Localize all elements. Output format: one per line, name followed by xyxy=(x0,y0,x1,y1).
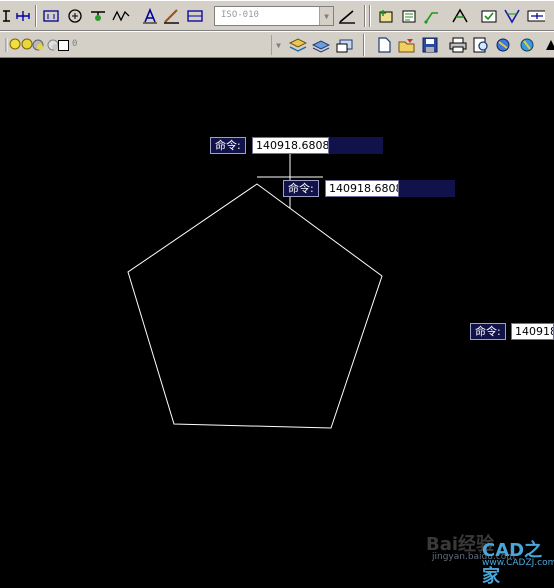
make-current-icon[interactable] xyxy=(312,36,330,54)
dimension-toolbar: ISO-010 ▼ xyxy=(0,0,554,31)
toolbar-separator xyxy=(35,5,37,27)
command-label: 命令: xyxy=(283,180,319,197)
drawing-area[interactable] xyxy=(0,58,554,578)
dim-style-icon[interactable] xyxy=(338,7,356,25)
dimension-style-combo[interactable]: ISO-010 ▼ xyxy=(214,6,334,26)
layers-toolbar: 0 ▼ xyxy=(0,31,554,58)
checkbox-icon[interactable] xyxy=(480,7,498,25)
layer-properties-icon[interactable] xyxy=(289,36,307,54)
drawing-canvas[interactable]: 命令: 140918.6808 命令: 140918.6808 命令: 1409… xyxy=(0,58,554,587)
layer-previous-icon[interactable] xyxy=(336,36,354,54)
hatch-icon[interactable] xyxy=(527,7,545,25)
pentagon-shape[interactable] xyxy=(127,183,383,429)
center-mark-icon[interactable] xyxy=(66,7,84,25)
attribute-icon[interactable] xyxy=(400,7,418,25)
command-input[interactable]: 140918.6808 xyxy=(252,137,329,154)
command-label: 命令: xyxy=(470,323,506,340)
tooltip-extension xyxy=(329,137,383,154)
toolbar-separator xyxy=(364,5,366,27)
dim-baseline-icon[interactable] xyxy=(42,7,60,25)
dim-update-icon[interactable] xyxy=(186,7,204,25)
color-swatch xyxy=(58,40,69,51)
toolbar-separator xyxy=(363,34,365,56)
zoom-icon[interactable] xyxy=(542,36,554,54)
tooltip-extension xyxy=(399,180,455,197)
watermark-cad-url: www.CADZJ.com xyxy=(482,558,554,568)
dim-text-icon[interactable] xyxy=(141,7,159,25)
command-label: 命令: xyxy=(210,137,246,154)
watermark: Bai经验 jingyan.baidu.com CAD之家 www.CADZJ.… xyxy=(420,524,554,587)
open-icon[interactable] xyxy=(398,36,416,54)
toolbar-separator xyxy=(369,5,371,27)
publish-icon[interactable] xyxy=(495,36,513,54)
preview-icon[interactable] xyxy=(472,36,490,54)
insert-block-icon[interactable] xyxy=(377,7,395,25)
chevron-down-icon[interactable]: ▼ xyxy=(271,35,285,55)
new-drawing-icon[interactable] xyxy=(375,36,393,54)
dimension-style-value: ISO-010 xyxy=(221,10,259,20)
layer-combo[interactable]: 0 ▼ xyxy=(56,35,285,55)
raster-icon[interactable] xyxy=(503,7,521,25)
command-input[interactable]: 140918. xyxy=(511,323,554,340)
leader-icon[interactable] xyxy=(423,7,441,25)
jogged-icon[interactable] xyxy=(112,7,130,25)
print-icon[interactable] xyxy=(449,36,467,54)
dim-ordinate-icon[interactable] xyxy=(14,7,32,25)
command-input[interactable]: 140918.6808 xyxy=(325,180,399,197)
chevron-down-icon[interactable]: ▼ xyxy=(319,7,333,25)
save-icon[interactable] xyxy=(421,36,439,54)
fill-icon[interactable] xyxy=(451,7,469,25)
dim-edit-icon[interactable] xyxy=(163,7,181,25)
layer-name: 0 xyxy=(72,39,78,49)
tolerance-icon[interactable] xyxy=(89,7,107,25)
plot-icon[interactable] xyxy=(518,36,536,54)
